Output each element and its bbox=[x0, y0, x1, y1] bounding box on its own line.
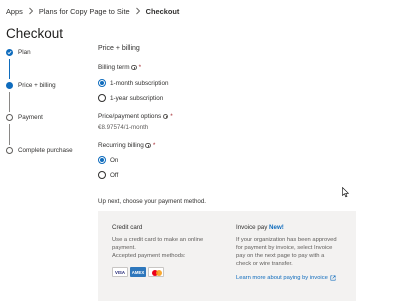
radio-recurring-off[interactable]: Off bbox=[98, 171, 118, 179]
invoice-pay-title-text: Invoice pay bbox=[236, 224, 268, 231]
chevron-right-icon bbox=[132, 5, 144, 17]
new-badge: New! bbox=[269, 224, 284, 231]
invoice-pay-line: If your organization has been approved bbox=[236, 237, 337, 243]
current-step-dot-icon bbox=[6, 82, 13, 89]
radio-selected-icon bbox=[98, 79, 106, 87]
radio-empty-icon bbox=[98, 171, 106, 179]
step-complete-purchase: Complete purchase bbox=[6, 147, 73, 154]
breadcrumb: Apps Plans for Copy Page to Site Checkou… bbox=[6, 5, 179, 17]
section-heading: Price + billing bbox=[98, 45, 140, 52]
step-connector bbox=[9, 59, 10, 79]
radio-label: 1-month subscription bbox=[110, 79, 169, 87]
radio-empty-icon bbox=[98, 94, 106, 102]
checkout-stepper: Plan Price + billing Payment Complete pu… bbox=[6, 47, 92, 157]
credit-card-option[interactable]: Credit card Use a credit card to make an… bbox=[112, 224, 220, 260]
step-connector bbox=[9, 92, 10, 112]
info-icon[interactable] bbox=[145, 142, 151, 149]
billing-term-group: Billing term * 1-month subscription 1-ye… bbox=[98, 64, 298, 104]
step-payment: Payment bbox=[6, 114, 43, 121]
info-icon[interactable] bbox=[162, 113, 169, 120]
step-label: Complete purchase bbox=[18, 147, 73, 154]
step-label: Price + billing bbox=[18, 82, 56, 89]
mouse-cursor-icon bbox=[342, 185, 350, 203]
credit-card-line: Use a credit card to make an online bbox=[112, 237, 204, 243]
pending-step-dot-icon bbox=[6, 114, 13, 121]
invoice-pay-description: If your organization has been approved f… bbox=[236, 236, 354, 268]
payment-intro: Up next, choose your payment method. bbox=[98, 198, 206, 205]
info-icon[interactable] bbox=[131, 64, 137, 71]
checkmark-icon bbox=[6, 49, 13, 56]
price-options-text: Price/payment options bbox=[98, 113, 162, 120]
invoice-pay-title: Invoice pay New! bbox=[236, 224, 354, 231]
breadcrumb-checkout: Checkout bbox=[145, 6, 180, 16]
recurring-billing-group: Recurring billing * On Off bbox=[98, 142, 298, 182]
credit-card-title: Credit card bbox=[112, 224, 143, 231]
radio-1-month[interactable]: 1-month subscription bbox=[98, 79, 168, 87]
credit-card-line: Accepted payment methods: bbox=[112, 253, 186, 259]
radio-label: 1-year subscription bbox=[110, 94, 164, 102]
chevron-right-icon bbox=[25, 5, 37, 17]
payment-methods-panel: Credit card Use a credit card to make an… bbox=[98, 211, 356, 301]
invoice-pay-line: pay on the next page to pay with a bbox=[236, 253, 325, 259]
recurring-billing-label: Recurring billing * bbox=[98, 142, 298, 149]
credit-card-line: payment. bbox=[112, 245, 136, 251]
billing-term-label: Billing term * bbox=[98, 64, 298, 71]
step-price-billing[interactable]: Price + billing bbox=[6, 82, 56, 89]
recurring-billing-text: Recurring billing bbox=[98, 142, 144, 149]
mastercard-card-icon bbox=[148, 267, 164, 277]
visa-card-icon: VISA bbox=[112, 267, 128, 277]
pending-step-dot-icon bbox=[6, 147, 13, 154]
billing-term-text: Billing term bbox=[98, 64, 130, 71]
accepted-cards: VISA AMEX bbox=[112, 267, 164, 277]
page-title: Checkout bbox=[6, 26, 64, 41]
required-mark: * bbox=[170, 113, 173, 120]
invoice-pay-option[interactable]: Invoice pay New! If your organization ha… bbox=[236, 224, 354, 268]
radio-recurring-on[interactable]: On bbox=[98, 156, 118, 164]
step-label: Plan bbox=[18, 49, 31, 56]
amex-card-icon: AMEX bbox=[130, 267, 146, 277]
radio-selected-icon bbox=[98, 156, 106, 164]
breadcrumb-apps[interactable]: Apps bbox=[6, 7, 23, 16]
invoice-pay-line: check or wire transfer. bbox=[236, 261, 293, 267]
required-mark: * bbox=[138, 64, 142, 71]
radio-label: Off bbox=[110, 171, 119, 179]
step-plan[interactable]: Plan bbox=[6, 49, 31, 56]
price-options-label: Price/payment options * bbox=[98, 113, 298, 120]
breadcrumb-plans[interactable]: Plans for Copy Page to Site bbox=[39, 7, 130, 16]
required-mark: * bbox=[152, 142, 156, 149]
external-link-icon bbox=[330, 275, 336, 281]
radio-1-year[interactable]: 1-year subscription bbox=[98, 94, 163, 102]
price-options-group: Price/payment options * €8.97574/1-month bbox=[98, 113, 298, 135]
credit-card-description: Use a credit card to make an online paym… bbox=[112, 236, 220, 260]
radio-label: On bbox=[110, 156, 119, 164]
invoice-pay-line: for payment by invoice, select Invoice bbox=[236, 245, 333, 251]
step-label: Payment bbox=[18, 114, 43, 121]
step-connector bbox=[9, 124, 10, 145]
price-value: €8.97574/1-month bbox=[98, 124, 149, 131]
invoice-learn-more-link[interactable]: Learn more about paying by invoice bbox=[236, 275, 336, 281]
invoice-learn-more-text: Learn more about paying by invoice bbox=[236, 275, 328, 281]
